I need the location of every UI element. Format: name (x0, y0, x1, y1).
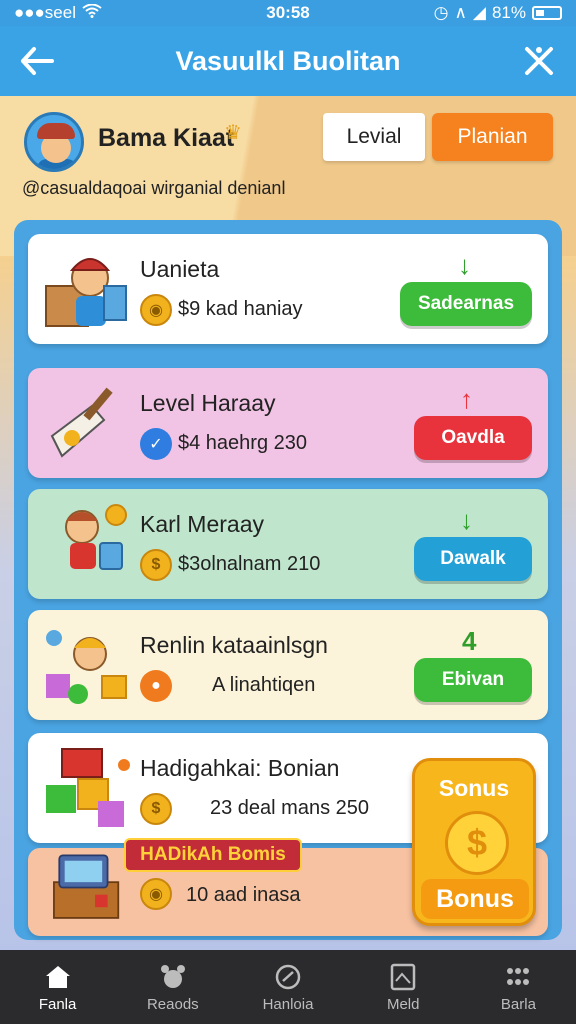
download-arrow-icon: 4 (462, 626, 477, 656)
boy-with-coins-illustration (65, 504, 127, 570)
nav-label: Meld (386, 995, 420, 1013)
nav-label: Fanla (38, 995, 77, 1013)
orange-coin-icon: ● (140, 670, 172, 702)
coin-icon: $ (140, 793, 172, 825)
profile-name: Bama Kiaat (98, 124, 235, 152)
animal-icon (158, 962, 188, 992)
card-title: Hadigahkai: Bonian (140, 755, 340, 781)
list-item[interactable]: Renlin kataainlsgn ● A linahtiqen 4 Ebiv… (28, 610, 548, 720)
battery-icon (532, 6, 562, 20)
card-subtitle: 10 aad inasa (186, 884, 301, 906)
arrow-left-icon (21, 47, 54, 75)
grid-dots-icon (503, 962, 533, 992)
nav-label: Hanloia (262, 995, 314, 1013)
close-button[interactable] (516, 38, 562, 84)
home-icon (43, 962, 73, 992)
boy-with-box-illustration (45, 258, 127, 327)
nav-item-meld[interactable]: Meld (346, 950, 461, 1024)
card-title: Karl Meraay (140, 511, 264, 537)
download-arrow-icon: ↑ (460, 384, 473, 414)
card-subtitle: $9 kad haniay (178, 298, 303, 320)
bonus-badge-title: Sonus (438, 775, 510, 801)
level-button[interactable]: Levial (323, 113, 425, 161)
card-action-button[interactable]: Sadearnas (400, 282, 532, 326)
card-subtitle: $3olnalnam 210 (178, 553, 321, 575)
card-subtitle: A linahtiqen (212, 674, 316, 696)
profile-handle: @casualdaqoai wirganial denianl (22, 178, 286, 198)
coin-icon: $ (140, 549, 172, 581)
avatar[interactable] (24, 112, 84, 172)
gift-boxes-illustration (46, 748, 130, 827)
card-action-button[interactable]: Dawalk (414, 537, 532, 581)
nav-label: Barla (500, 995, 536, 1013)
card-action-button[interactable]: Oavdla (414, 416, 532, 460)
card-action-button[interactable]: Ebivan (414, 658, 532, 702)
status-bar: ●●●seel 30:58 ◷ ∧ ◢ 81% (0, 0, 576, 26)
card-subtitle: $4 haehrg 230 (178, 432, 308, 454)
download-arrow-icon: ↓ (458, 250, 471, 280)
nav-item-hanloia[interactable]: Hanloia (230, 950, 345, 1024)
bonus-banner: HADikAh Bomis (124, 838, 302, 872)
page-title: Vasuulkl Buolitan (175, 45, 401, 76)
nav-item-barla[interactable]: Barla (461, 950, 576, 1024)
close-icon (525, 47, 553, 75)
nav-label: Reaods (146, 995, 199, 1013)
picture-icon (388, 962, 418, 992)
boy-with-gifts-illustration (46, 630, 127, 704)
treasure-chest-illustration (53, 854, 120, 919)
bottom-nav: Fanla Reaods Hanloia Meld Barla (0, 950, 576, 1024)
check-icon: ✓ (140, 428, 172, 460)
gauge-icon (273, 962, 303, 992)
coin-stack-icon: ◉ (140, 294, 172, 326)
nav-item-reaods[interactable]: Reaods (115, 950, 230, 1024)
nav-item-home[interactable]: Fanla (0, 950, 115, 1024)
list-item[interactable]: Level Haraay ✓ $4 haehrg 230 ↑ Oavdla (28, 368, 548, 478)
app-header: Vasuulkl Buolitan (0, 26, 576, 96)
bonus-button[interactable]: Bonus (421, 879, 529, 919)
back-button[interactable] (14, 38, 60, 84)
coin-stack-icon: ◉ (140, 878, 172, 910)
status-time: 30:58 (266, 3, 310, 22)
card-subtitle: 23 deal mans 250 (210, 797, 370, 819)
dollar-coin-icon: $ (445, 811, 509, 875)
card-title: Uanieta (140, 256, 220, 282)
download-arrow-icon: ↓ (460, 505, 473, 535)
crown-icon: ♛ (224, 122, 242, 144)
card-title: Renlin kataainlsgn (140, 632, 328, 658)
list-item[interactable]: Karl Meraay $ $3olnalnam 210 ↓ Dawalk (28, 489, 548, 599)
list-item[interactable]: Uanieta ◉ $9 kad haniay ↓ Sadearnas (28, 234, 548, 344)
guitar-illustration (50, 387, 113, 458)
bonus-badge[interactable]: Sonus $ Bonus (412, 758, 536, 926)
plan-button[interactable]: Planian (432, 113, 553, 161)
card-title: Level Haraay (140, 390, 276, 416)
